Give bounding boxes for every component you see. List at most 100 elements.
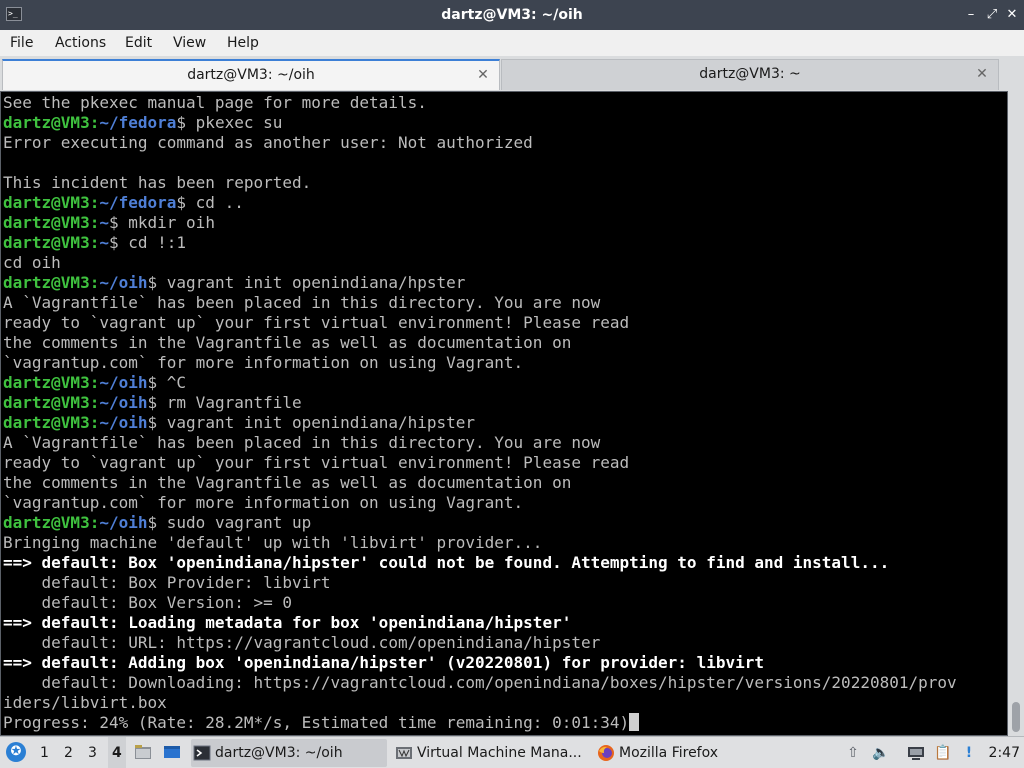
- task-label: Mozilla Firefox: [619, 745, 719, 761]
- taskbar: ✪ 1 2 3 4 dartz@VM3: ~/oih Virtual Machi…: [0, 736, 1024, 768]
- terminal-output-line: ready to `vagrant up` your first virtual…: [3, 453, 957, 473]
- output-text: default: Box Provider: libvirt: [3, 573, 331, 592]
- output-text: default: Downloading: https://vagrantclo…: [3, 673, 957, 692]
- terminal-output-line: default: Box Version: >= 0: [3, 593, 957, 613]
- workspace-4[interactable]: 4: [108, 737, 126, 768]
- workspace-2[interactable]: 2: [64, 737, 73, 768]
- menu-help[interactable]: Help: [227, 30, 259, 56]
- terminal-icon: [193, 745, 211, 761]
- terminal-output-line: A `Vagrantfile` has been placed in this …: [3, 293, 957, 313]
- clock[interactable]: 2:47: [989, 737, 1020, 768]
- tab-bar: dartz@VM3: ~/oih ✕ dartz@VM3: ~ ✕: [0, 56, 1024, 90]
- terminal-output-line: Progress: 24% (Rate: 28.2M*/s, Estimated…: [3, 713, 957, 733]
- terminal-output-line: ==> default: Adding box 'openindiana/hip…: [3, 653, 957, 673]
- volume-icon[interactable]: 🔈: [872, 744, 890, 762]
- workspace-1[interactable]: 1: [40, 737, 49, 768]
- output-text: iders/libvirt.box: [3, 693, 167, 712]
- prompt-path: ~/oih: [99, 413, 148, 432]
- output-text: See the pkexec manual page for more deta…: [3, 93, 427, 112]
- prompt-command: $ pkexec su: [176, 113, 283, 132]
- tab-home[interactable]: dartz@VM3: ~ ✕: [501, 59, 999, 90]
- firefox-icon: [598, 745, 614, 761]
- prompt-path: ~: [99, 213, 109, 232]
- terminal-lines: See the pkexec manual page for more deta…: [3, 93, 957, 733]
- prompt-user: dartz@VM3: [3, 373, 90, 392]
- prompt-command: $ sudo vagrant up: [147, 513, 312, 532]
- maximize-button[interactable]: ⤢: [983, 6, 1001, 24]
- task-terminal[interactable]: dartz@VM3: ~/oih: [191, 739, 387, 767]
- terminal-output-line: iders/libvirt.box: [3, 693, 957, 713]
- terminal-prompt-line: dartz@VM3:~/oih$ vagrant init openindian…: [3, 273, 466, 292]
- terminal-output-line: default: Downloading: https://vagrantclo…: [3, 673, 957, 693]
- minimize-button[interactable]: –: [962, 6, 980, 24]
- prompt-command: $ vagrant init openindiana/hpster: [147, 273, 466, 292]
- prompt-command: $ rm Vagrantfile: [147, 393, 302, 412]
- menu-edit[interactable]: Edit: [125, 30, 152, 56]
- terminal-prompt-line: dartz@VM3:~/fedora$ cd ..: [3, 193, 244, 212]
- prompt-command: $ cd ..: [176, 193, 244, 212]
- output-text: A `Vagrantfile` has been placed in this …: [3, 433, 601, 452]
- terminal-prompt-line: dartz@VM3:~$ cd !:1: [3, 233, 187, 252]
- updates-icon[interactable]: !: [960, 744, 978, 762]
- output-text: ==> default: Adding box 'openindiana/hip…: [3, 653, 764, 672]
- show-desktop-icon[interactable]: [163, 744, 181, 760]
- output-text: Progress: 24% (Rate: 28.2M*/s, Estimated…: [3, 713, 630, 732]
- terminal-cursor: [629, 713, 640, 731]
- terminal-prompt-line: dartz@VM3:~/oih$ rm Vagrantfile: [3, 393, 302, 412]
- task-virt-manager[interactable]: Virtual Machine Mana...: [393, 739, 591, 767]
- terminal-prompt-line: dartz@VM3:~$ mkdir oih: [3, 213, 215, 232]
- menu-file[interactable]: File: [10, 30, 33, 56]
- prompt-path: ~/oih: [99, 393, 148, 412]
- terminal-output-line: ==> default: Loading metadata for box 'o…: [3, 613, 957, 633]
- terminal-output[interactable]: See the pkexec manual page for more deta…: [0, 91, 1008, 736]
- output-text: ==> default: Box 'openindiana/hipster' c…: [3, 553, 890, 572]
- prompt-user: dartz@VM3: [3, 273, 90, 292]
- prompt-command: $ mkdir oih: [108, 213, 215, 232]
- output-text: ready to `vagrant up` your first virtual…: [3, 453, 630, 472]
- prompt-command: $ ^C: [147, 373, 187, 392]
- window-titlebar[interactable]: >_ dartz@VM3: ~/oih – ⤢ ✕: [0, 0, 1024, 30]
- terminal-output-line: the comments in the Vagrantfile as well …: [3, 333, 957, 353]
- prompt-path: ~/fedora: [99, 113, 177, 132]
- output-text: default: URL: https://vagrantcloud.com/o…: [3, 633, 601, 652]
- upload-icon[interactable]: ⇧: [844, 744, 862, 762]
- prompt-path: ~: [99, 233, 109, 252]
- prompt-user: dartz@VM3: [3, 213, 90, 232]
- tab-close-icon[interactable]: ✕: [475, 67, 491, 83]
- terminal-output-line: `vagrantup.com` for more information on …: [3, 353, 957, 373]
- tab-oih[interactable]: dartz@VM3: ~/oih ✕: [2, 59, 500, 90]
- menu-actions[interactable]: Actions: [55, 30, 106, 56]
- prompt-user: dartz@VM3: [3, 113, 90, 132]
- display-icon[interactable]: [907, 744, 925, 762]
- output-text: ready to `vagrant up` your first virtual…: [3, 313, 630, 332]
- prompt-path: ~/oih: [99, 373, 148, 392]
- terminal-output-line: cd oih: [3, 253, 957, 273]
- terminal-output-line: Error executing command as another user:…: [3, 133, 957, 153]
- terminal-scrollbar[interactable]: [1008, 91, 1024, 736]
- output-text: `vagrantup.com` for more information on …: [3, 493, 524, 512]
- tab-close-icon[interactable]: ✕: [974, 66, 990, 82]
- terminal-prompt-line: dartz@VM3:~/oih$ sudo vagrant up: [3, 513, 312, 532]
- output-text: This incident has been reported.: [3, 173, 312, 192]
- tab-label: dartz@VM3: ~: [699, 66, 801, 82]
- prompt-user: dartz@VM3: [3, 233, 90, 252]
- close-button[interactable]: ✕: [1003, 6, 1021, 24]
- scrollbar-thumb[interactable]: [1012, 702, 1020, 732]
- start-menu-icon[interactable]: ✪: [6, 742, 26, 762]
- menu-view[interactable]: View: [173, 30, 206, 56]
- prompt-user: dartz@VM3: [3, 393, 90, 412]
- task-firefox[interactable]: Mozilla Firefox: [595, 739, 735, 767]
- output-text: the comments in the Vagrantfile as well …: [3, 473, 572, 492]
- clipboard-icon[interactable]: 📋: [934, 744, 952, 762]
- task-label: Virtual Machine Mana...: [417, 745, 582, 761]
- output-text: ==> default: Loading metadata for box 'o…: [3, 613, 572, 632]
- prompt-command: $ cd !:1: [108, 233, 187, 252]
- terminal-output-line: A `Vagrantfile` has been placed in this …: [3, 433, 957, 453]
- prompt-path: ~/oih: [99, 273, 148, 292]
- virt-manager-icon: [396, 747, 412, 759]
- output-text: Error executing command as another user:…: [3, 133, 533, 152]
- terminal-output-line: Bringing machine 'default' up with 'libv…: [3, 533, 957, 553]
- file-manager-icon[interactable]: [134, 744, 152, 760]
- workspace-3[interactable]: 3: [88, 737, 97, 768]
